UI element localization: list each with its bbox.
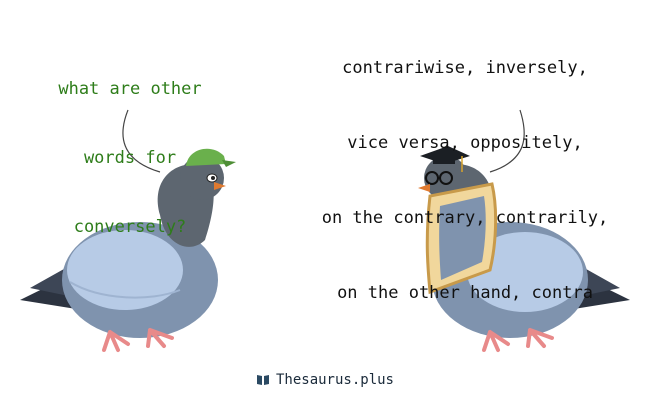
question-text: what are other words for conversely? (30, 32, 230, 285)
answer-line: on the other hand, contra (337, 283, 593, 303)
answer-line: on the contrary, contrarily, (321, 208, 609, 228)
answer-line: contrariwise, inversely, (342, 58, 588, 78)
illustration-scene: what are other words for conversely? con… (0, 0, 650, 400)
book-icon (256, 374, 270, 390)
question-line: what are other (58, 79, 202, 99)
answer-text: contrariwise, inversely, vice versa, opp… (290, 6, 640, 356)
question-line: conversely? (73, 217, 187, 237)
site-name[interactable]: Thesaurus.plus (276, 372, 394, 388)
answer-line: vice versa, oppositely, (347, 133, 583, 153)
footer-brand[interactable]: Thesaurus.plus (0, 372, 650, 390)
question-line: words for (83, 148, 177, 168)
